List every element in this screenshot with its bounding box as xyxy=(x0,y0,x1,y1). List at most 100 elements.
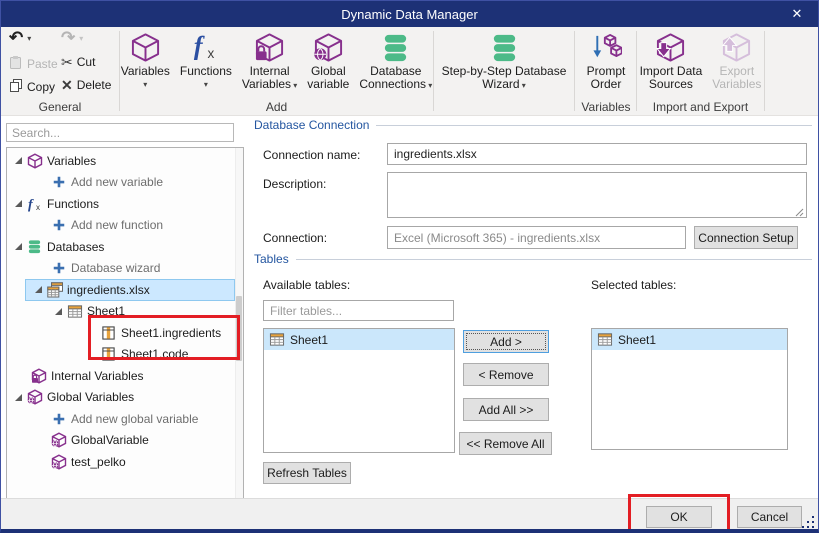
cube-icon xyxy=(130,32,161,65)
tree-item-functions[interactable]: fxFunctions xyxy=(7,193,243,215)
table-icon xyxy=(268,332,285,348)
database-connections-button[interactable]: DatabaseConnections ▾ xyxy=(355,29,436,91)
selected-tables-list: Sheet1 xyxy=(591,328,788,450)
connection-name-input[interactable] xyxy=(387,143,807,165)
copy-button[interactable]: Copy xyxy=(9,78,55,96)
search-input[interactable] xyxy=(6,123,234,142)
tree-expander-icon[interactable] xyxy=(55,308,62,315)
remove-all-tables-button[interactable]: << Remove All xyxy=(459,432,552,455)
available-tables-label: Available tables: xyxy=(263,278,350,292)
functions-button[interactable]: fxFunctions▾ xyxy=(176,29,236,89)
copy-icon xyxy=(9,78,23,96)
delete-button[interactable]: ✕ Delete xyxy=(61,78,111,92)
tree-expander-icon[interactable] xyxy=(35,286,42,293)
paste-label: Paste xyxy=(27,57,58,71)
tree-item-sheet1-code[interactable]: Sheet1.code xyxy=(7,344,243,366)
connection-label: Connection: xyxy=(263,231,327,245)
add-table-button[interactable]: Add > xyxy=(463,330,549,353)
tree-scrollbar-thumb[interactable] xyxy=(236,296,242,361)
tree-item-sheet1[interactable]: Sheet1 xyxy=(7,301,243,323)
cancel-button[interactable]: Cancel xyxy=(737,506,802,528)
tree-expander-icon[interactable] xyxy=(15,200,22,207)
button-label: Functions xyxy=(180,65,232,78)
ribbon: ↶ ▾ ↷ ▾ Paste ✂ Cut Copy ✕ Delete xyxy=(1,27,818,116)
fx-icon: fx xyxy=(190,32,221,65)
tree-item-label: Functions xyxy=(47,197,103,211)
column-icon xyxy=(100,346,117,362)
ribbon-group-import-export: Import DataSourcesExportVariables Import… xyxy=(638,27,763,115)
tree-expander-icon[interactable] xyxy=(15,394,22,401)
column-icon xyxy=(100,325,117,341)
available-table-row-sheet1[interactable]: Sheet1 xyxy=(264,329,454,350)
tree-item-internal-variables[interactable]: Internal Variables xyxy=(7,365,243,387)
step-by-step-database-wizard-button[interactable]: Step-by-Step DatabaseWizard ▾ xyxy=(438,29,571,91)
db-icon xyxy=(26,239,43,255)
tree-item-database-wizard[interactable]: Database wizard xyxy=(7,258,243,280)
tree-expander-icon[interactable] xyxy=(15,243,22,250)
export-variables-button: ExportVariables xyxy=(708,29,765,91)
variables-button[interactable]: Variables ▾ xyxy=(117,29,174,89)
window-resize-grip[interactable] xyxy=(801,515,814,528)
tree-item-label: GlobalVariable xyxy=(71,433,153,447)
chevron-down-icon: ▾ xyxy=(520,81,526,90)
import-data-sources-button[interactable]: Import DataSources xyxy=(636,29,707,91)
undo-icon: ↶ xyxy=(9,31,23,45)
button-label: Connections ▾ xyxy=(359,78,432,91)
tree-item-label: Variables xyxy=(47,154,100,168)
svg-text:f: f xyxy=(194,32,205,60)
remove-table-button[interactable]: < Remove xyxy=(463,363,549,386)
button-label: Variables xyxy=(121,65,170,78)
tree-expander-icon[interactable] xyxy=(15,157,22,164)
connection-setup-button[interactable]: Connection Setup xyxy=(694,226,798,249)
tree-item-label: Internal Variables xyxy=(51,369,148,383)
selected-table-row-sheet1[interactable]: Sheet1 xyxy=(592,329,787,350)
description-input[interactable] xyxy=(387,172,807,218)
prompt-order-button[interactable]: PromptOrder xyxy=(583,29,630,91)
refresh-tables-button[interactable]: Refresh Tables xyxy=(263,462,351,484)
close-icon[interactable]: ✕ xyxy=(782,1,812,27)
tree-item-global-variables[interactable]: Global Variables xyxy=(7,387,243,409)
tree-item-test-pelko[interactable]: test_pelko xyxy=(7,451,243,473)
data-source-tree: VariablesAdd new variablefxFunctionsAdd … xyxy=(6,147,244,499)
internal-variables-button[interactable]: InternalVariables ▾ xyxy=(238,29,301,91)
ribbon-group-general: ↶ ▾ ↷ ▾ Paste ✂ Cut Copy ✕ Delete xyxy=(1,27,119,115)
connection-name-label: Connection name: xyxy=(263,148,360,162)
group-caption-add: Add xyxy=(121,100,432,114)
tree-item-add-new-variable[interactable]: Add new variable xyxy=(7,172,243,194)
section-title: Database Connection xyxy=(254,118,369,132)
tree-item-label: ingredients.xlsx xyxy=(67,283,154,297)
chevron-down-icon: ▾ xyxy=(143,80,147,89)
title-bar: Dynamic Data Manager ✕ xyxy=(1,1,818,27)
cube-lock-icon xyxy=(30,368,47,384)
ok-button[interactable]: OK xyxy=(646,506,712,528)
cube-import-icon xyxy=(655,32,686,65)
tree-item-label: Database wizard xyxy=(71,261,164,275)
tree-scrollbar[interactable] xyxy=(235,148,243,498)
tree-item-globalvariable[interactable]: GlobalVariable xyxy=(7,430,243,452)
tree-item-sheet1-ingredients[interactable]: Sheet1.ingredients xyxy=(7,322,243,344)
tree-item-label: Sheet1.ingredients xyxy=(121,326,225,340)
table-name-label: Sheet1 xyxy=(618,333,656,347)
group-caption-variables: Variables xyxy=(577,100,635,114)
svg-text:x: x xyxy=(208,46,215,61)
tree-item-label: Databases xyxy=(47,240,108,254)
svg-text:f: f xyxy=(28,197,34,212)
global-variable-button[interactable]: Globalvariable xyxy=(303,29,353,91)
tree-item-variables[interactable]: Variables xyxy=(7,150,243,172)
tree-item-ingredients-xlsx[interactable]: ingredients.xlsx xyxy=(7,279,243,301)
paste-button: Paste xyxy=(9,55,58,73)
tree-item-databases[interactable]: Databases xyxy=(7,236,243,258)
filter-tables-input[interactable] xyxy=(263,300,454,321)
tree-item-label: Sheet1 xyxy=(87,304,129,318)
tree-item-add-new-global-variable[interactable]: Add new global variable xyxy=(7,408,243,430)
tree-item-label: Global Variables xyxy=(47,390,138,404)
ribbon-group-wizard: Step-by-Step DatabaseWizard ▾ xyxy=(435,27,573,115)
undo-button[interactable]: ↶ ▾ xyxy=(9,31,31,45)
add-all-tables-button[interactable]: Add All >> xyxy=(463,398,549,421)
tree-item-add-new-function[interactable]: Add new function xyxy=(7,215,243,237)
tree-item-label: Add new global variable xyxy=(71,412,202,426)
ribbon-group-add: Variables▾fxFunctions▾InternalVariables … xyxy=(121,27,432,115)
cut-button[interactable]: ✂ Cut xyxy=(61,55,95,69)
chevron-down-icon[interactable]: ▾ xyxy=(27,34,31,43)
group-caption-import-export: Import and Export xyxy=(638,100,763,114)
